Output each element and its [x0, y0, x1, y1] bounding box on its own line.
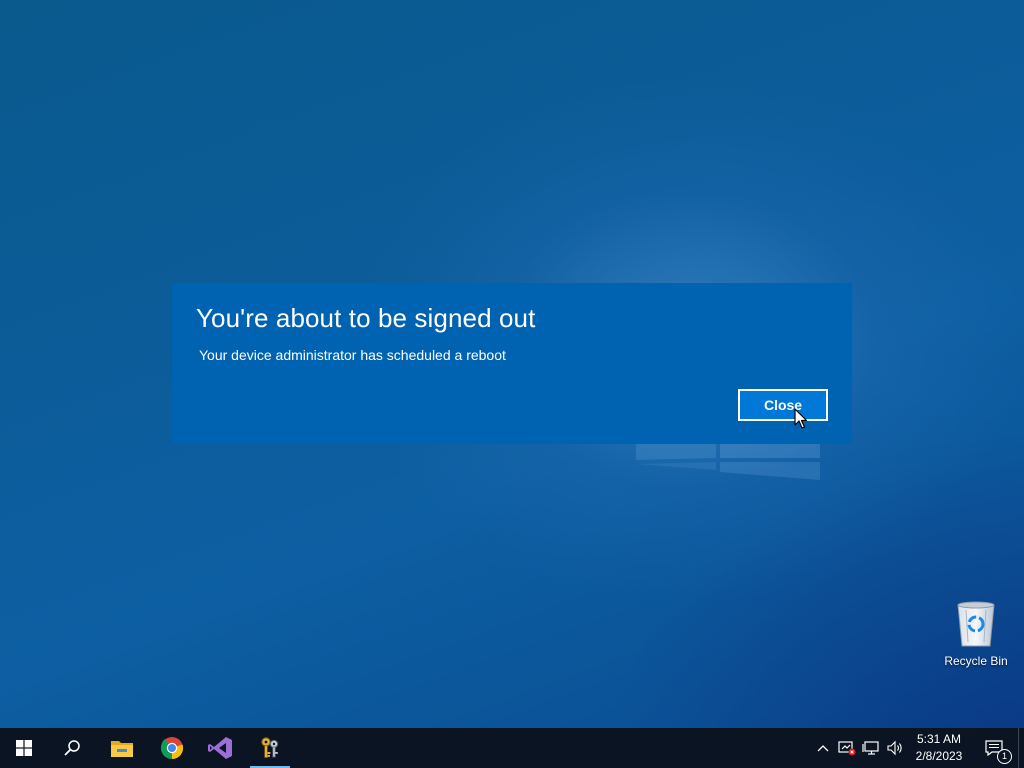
start-button[interactable]	[0, 728, 48, 768]
show-desktop-button[interactable]	[1018, 728, 1024, 768]
close-button[interactable]: Close	[738, 389, 828, 421]
signout-dialog: You're about to be signed out Your devic…	[172, 283, 852, 444]
clock-date: 2/8/2023	[915, 749, 963, 763]
taskbar-file-explorer[interactable]	[98, 728, 146, 768]
taskbar-clock[interactable]: 5:31 AM 2/8/2023	[908, 731, 970, 765]
taskbar: 5:31 AM 2/8/2023 1	[0, 728, 1024, 768]
recycle-bin-shortcut[interactable]: Recycle Bin	[940, 600, 1012, 668]
windows-logo-icon	[16, 740, 32, 756]
network-button[interactable]	[860, 728, 882, 768]
visual-studio-icon	[208, 737, 232, 759]
taskbar-chrome[interactable]	[148, 728, 196, 768]
search-icon	[64, 740, 80, 756]
dialog-message: Your device administrator has scheduled …	[199, 347, 506, 363]
clock-time: 5:31 AM	[916, 732, 962, 746]
speaker-icon	[887, 740, 902, 756]
remote-session-icon	[838, 741, 856, 756]
notification-count-badge: 1	[997, 749, 1012, 764]
dialog-title: You're about to be signed out	[196, 303, 536, 333]
folder-icon	[111, 741, 133, 757]
search-button[interactable]	[48, 728, 96, 768]
volume-button[interactable]	[884, 728, 906, 768]
recycle-bin-icon	[957, 601, 995, 647]
action-center-button[interactable]: 1	[976, 728, 1012, 768]
show-hidden-icons-button[interactable]	[814, 728, 832, 768]
recycle-bin-label: Recycle Bin	[944, 654, 1008, 668]
keys-icon	[261, 737, 279, 758]
chevron-up-icon	[817, 745, 829, 752]
tray-app-icon[interactable]	[836, 728, 858, 768]
taskbar-keys-app[interactable]	[246, 728, 294, 768]
network-icon	[862, 741, 879, 755]
chrome-icon	[160, 737, 184, 760]
taskbar-visual-studio[interactable]	[196, 728, 244, 768]
